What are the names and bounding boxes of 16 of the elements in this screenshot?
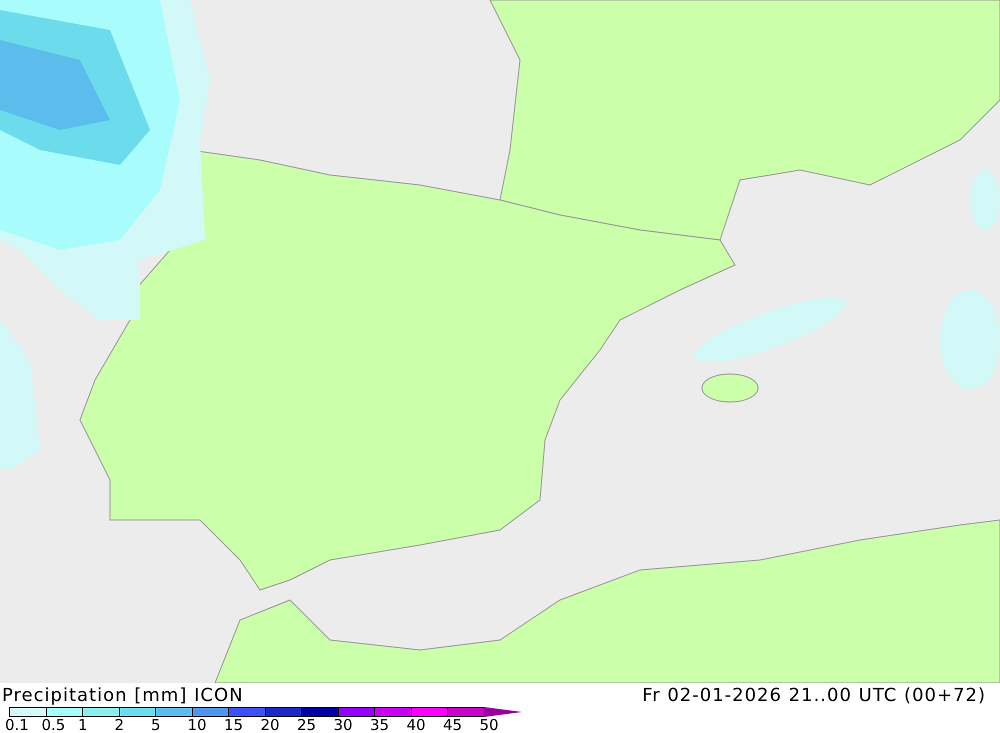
map-title: Precipitation [mm] ICON <box>2 684 244 706</box>
legend-label: 2 <box>114 717 126 733</box>
legend-label: 0.5 <box>42 717 66 733</box>
legend-label: 30 <box>334 717 354 733</box>
legend-label: 15 <box>224 717 244 733</box>
legend-label: 20 <box>260 717 281 733</box>
legend-label: 50 <box>480 717 500 733</box>
legend-label: 45 <box>443 717 464 733</box>
legend-label: 1 <box>78 717 89 733</box>
valid-time: Fr 02-01-2026 21..00 UTC (00+72) <box>642 684 986 706</box>
legend-label: 25 <box>297 717 318 733</box>
legend-label: 0.1 <box>5 717 30 733</box>
legend-label: 10 <box>188 717 208 733</box>
legend-label: 5 <box>151 717 162 733</box>
legend-label: 35 <box>370 717 390 733</box>
legend-label: 40 <box>406 717 427 733</box>
